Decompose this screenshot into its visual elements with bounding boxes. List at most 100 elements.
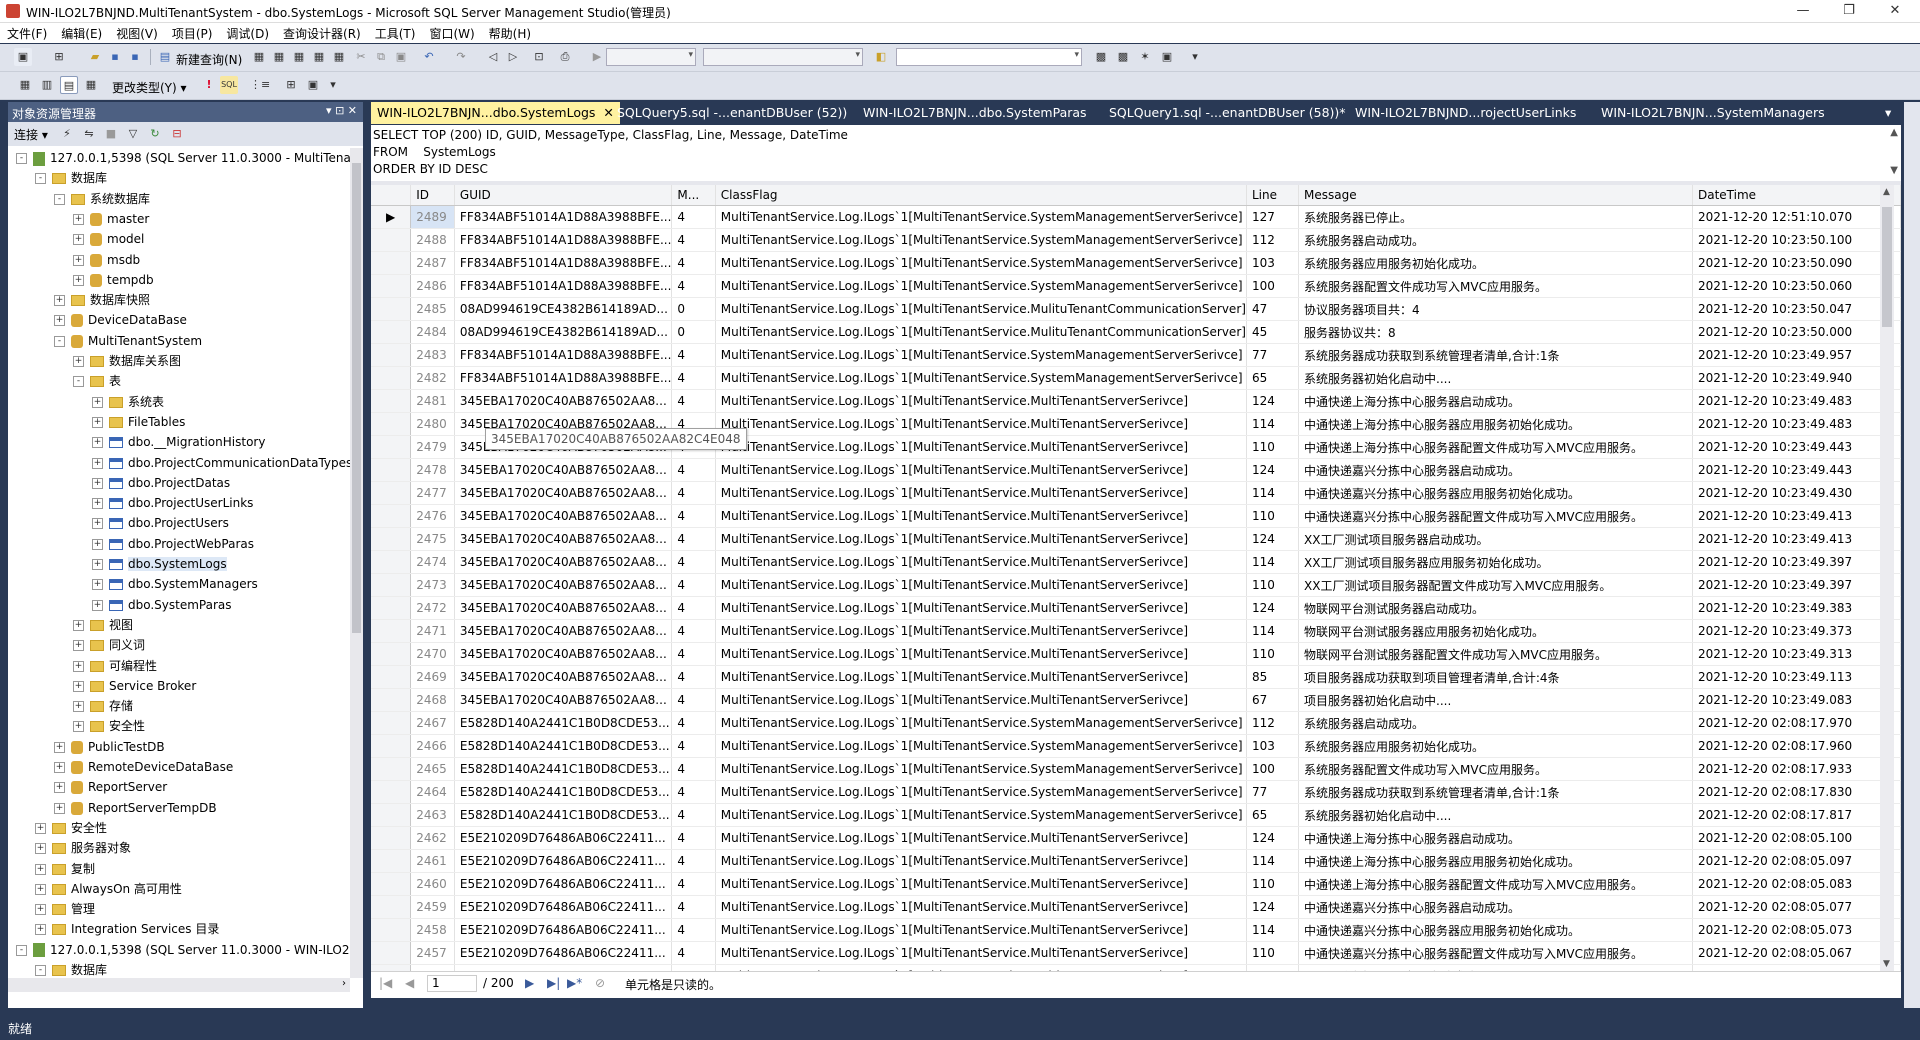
cell-id[interactable]: 2460 — [410, 872, 455, 896]
cell-guid[interactable]: 345EBA17020C40AB876502AA8... — [454, 665, 673, 689]
cell-messagetype[interactable]: 4 — [671, 918, 716, 942]
tree-node-publictestdb[interactable]: + PublicTestDB — [54, 737, 165, 757]
collapse-all-icon[interactable]: ⊟ — [168, 125, 186, 143]
row-selector[interactable] — [371, 826, 412, 850]
cell-message[interactable]: 系统服务器成功获取到系统管理者清单,合计:1条 — [1298, 343, 1693, 367]
cell-message[interactable]: 系统服务器配置文件成功写入MVC应用服务。 — [1298, 757, 1693, 781]
expand-icon[interactable]: + — [35, 883, 46, 895]
cell-message[interactable]: 系统服务器已停止。 — [1298, 205, 1693, 229]
cell-messagetype[interactable]: 4 — [671, 757, 716, 781]
row-selector[interactable] — [371, 918, 412, 942]
cell-id[interactable]: 2476 — [410, 504, 455, 528]
show-criteria-pane-icon[interactable]: ▥ — [38, 76, 56, 94]
tree-node-node-37[interactable]: + 管理 — [35, 899, 95, 919]
collapse-icon[interactable]: - — [73, 376, 84, 388]
cell-message[interactable]: 中通快递上海分拣中心服务器应用服务初始化成功。 — [1298, 412, 1693, 436]
cell-guid[interactable]: 345EBA17020C40AB876502AA8... — [454, 527, 673, 551]
redo-icon[interactable]: ↷ — [452, 48, 470, 66]
tree-node-dbo-projectwebparas[interactable]: + dbo.ProjectWebParas — [92, 534, 254, 554]
expand-icon[interactable]: + — [73, 660, 84, 672]
cell-datetime[interactable]: 2021-12-20 10:23:50.090 — [1692, 251, 1901, 275]
tree-node-node-25[interactable]: + 可编程性 — [73, 656, 157, 676]
cell-id[interactable]: 2470 — [410, 642, 455, 666]
expand-icon[interactable]: + — [54, 802, 65, 814]
cell-line[interactable]: 112 — [1246, 228, 1300, 252]
cell-id[interactable]: 2457 — [410, 941, 455, 965]
cell-guid[interactable]: 345EBA17020C40AB876502AA8... — [454, 504, 673, 528]
cell-guid[interactable]: 345EBA17020C40AB876502AA8... — [454, 688, 673, 712]
close-window-button[interactable]: ✕ — [1872, 0, 1918, 22]
row-selector[interactable] — [371, 389, 412, 413]
table-row[interactable]: ▶ 2489 FF834ABF51014A1D88A3988BFE... 4 Multi… — [371, 205, 1901, 229]
table-row[interactable]: 2478 345EBA17020C40AB876502AA8... 4 MultiTe… — [371, 458, 1901, 482]
expand-icon[interactable]: + — [92, 538, 103, 550]
cell-classflag[interactable]: MultiTenantService.Log.ILogs`1[MultiTena… — [715, 343, 1247, 367]
collapse-icon[interactable]: - — [16, 944, 27, 956]
cell-classflag[interactable]: MultiTenantService.Log.ILogs`1[MultiTena… — [715, 826, 1247, 850]
menu-debug[interactable]: 调试(D) — [219, 23, 276, 44]
tree-node-multitenantsystem[interactable]: - MultiTenantSystem — [54, 331, 202, 351]
cell-id[interactable]: 2458 — [410, 918, 455, 942]
print-icon[interactable]: ⎙ — [556, 48, 574, 66]
cell-messagetype[interactable]: 4 — [671, 734, 716, 758]
collapse-icon[interactable]: - — [35, 173, 46, 185]
expand-icon[interactable]: + — [92, 498, 103, 510]
row-selector[interactable] — [371, 435, 412, 459]
cell-id[interactable]: 2464 — [410, 780, 455, 804]
column-header-message[interactable]: Message — [1298, 185, 1693, 206]
disconnect-icon[interactable]: ⇋ — [80, 125, 98, 143]
table-row[interactable]: 2460 E5E210209D76486AB06C22411... 4 MultiTe… — [371, 872, 1901, 896]
previous-record-button[interactable]: ◀ — [405, 976, 414, 990]
cell-classflag[interactable]: MultiTenantService.Log.ILogs`1[MultiTena… — [715, 619, 1247, 643]
menu-project[interactable]: 项目(P) — [165, 23, 220, 44]
cell-line[interactable]: 114 — [1246, 619, 1300, 643]
cell-line[interactable]: 114 — [1246, 412, 1300, 436]
row-selector[interactable] — [371, 803, 412, 827]
scroll-thumb[interactable] — [352, 163, 361, 633]
cell-id[interactable]: 2462 — [410, 826, 455, 850]
cell-datetime[interactable]: 2021-12-20 10:23:49.083 — [1692, 688, 1901, 712]
collapse-icon[interactable]: - — [54, 335, 65, 347]
expand-icon[interactable]: + — [73, 721, 84, 733]
expand-icon[interactable]: + — [35, 924, 46, 936]
cell-guid[interactable]: 345EBA17020C40AB876502AA8... — [454, 550, 673, 574]
tab-sqlquery1[interactable]: SQLQuery1.sql -...enantDBUser (58))* — [1103, 102, 1352, 124]
db-engine-query-icon[interactable]: ▦ — [250, 48, 268, 66]
cell-messagetype[interactable]: 4 — [671, 849, 716, 873]
tab-projectuserlinks[interactable]: WIN-ILO2L7BNJND...rojectUserLinks — [1349, 102, 1582, 124]
tree-node-alwayson[interactable]: + AlwaysOn 高可用性 — [35, 879, 182, 899]
expand-icon[interactable]: + — [73, 274, 84, 286]
table-row[interactable]: 2475 345EBA17020C40AB876502AA8... 4 MultiTe… — [371, 527, 1901, 551]
cell-id[interactable]: 2465 — [410, 757, 455, 781]
row-selector[interactable] — [371, 849, 412, 873]
paste-icon[interactable]: ▣ — [392, 48, 410, 66]
collapse-icon[interactable]: - — [35, 965, 46, 976]
cell-datetime[interactable]: 2021-12-20 10:23:49.397 — [1692, 550, 1901, 574]
restore-button[interactable]: ❐ — [1826, 0, 1872, 22]
cell-message[interactable]: 中通快递嘉兴分拣中心服务器启动成功。 — [1298, 895, 1693, 919]
cell-message[interactable]: XX工厂测试项目服务器启动成功。 — [1298, 527, 1693, 551]
toolbar-options-icon[interactable]: ▾ — [1186, 48, 1204, 66]
mdx-query-icon[interactable]: ▦ — [290, 48, 308, 66]
cell-guid[interactable]: 08AD994619CE4382B614189AD... — [454, 320, 673, 344]
tree-node-dbo-projectuserlinks[interactable]: + dbo.ProjectUserLinks — [92, 493, 253, 513]
table-row[interactable]: 2481 345EBA17020C40AB876502AA8... 4 MultiTe… — [371, 389, 1901, 413]
cell-guid[interactable]: 345EBA17020C40AB876502AA8... — [454, 458, 673, 482]
properties-rail[interactable] — [1904, 102, 1920, 1008]
row-selector[interactable] — [371, 619, 412, 643]
new-query-icon[interactable]: ▤ — [156, 48, 174, 66]
cell-guid[interactable]: E5E210209D76486AB06C22411... — [454, 872, 673, 896]
cell-line[interactable]: 65 — [1246, 803, 1300, 827]
cell-message[interactable]: 系统服务器应用服务初始化成功。 — [1298, 251, 1693, 275]
expand-icon[interactable]: + — [73, 356, 84, 367]
cell-guid[interactable]: E5E210209D76486AB06C22411... — [454, 826, 673, 850]
menu-window[interactable]: 窗口(W) — [422, 23, 481, 44]
tree-node-node-35[interactable]: + 复制 — [35, 859, 95, 879]
show-diagram-pane-icon[interactable]: ▦ — [16, 76, 34, 94]
registered-servers-icon[interactable]: ▩ — [1092, 48, 1110, 66]
cell-id[interactable]: 2473 — [410, 573, 455, 597]
execute-sql-icon[interactable]: ! — [200, 76, 218, 94]
cell-messagetype[interactable]: 4 — [671, 619, 716, 643]
cell-messagetype[interactable]: 4 — [671, 688, 716, 712]
table-row[interactable]: 2482 FF834ABF51014A1D88A3988BFE... 4 MultiT… — [371, 366, 1901, 390]
